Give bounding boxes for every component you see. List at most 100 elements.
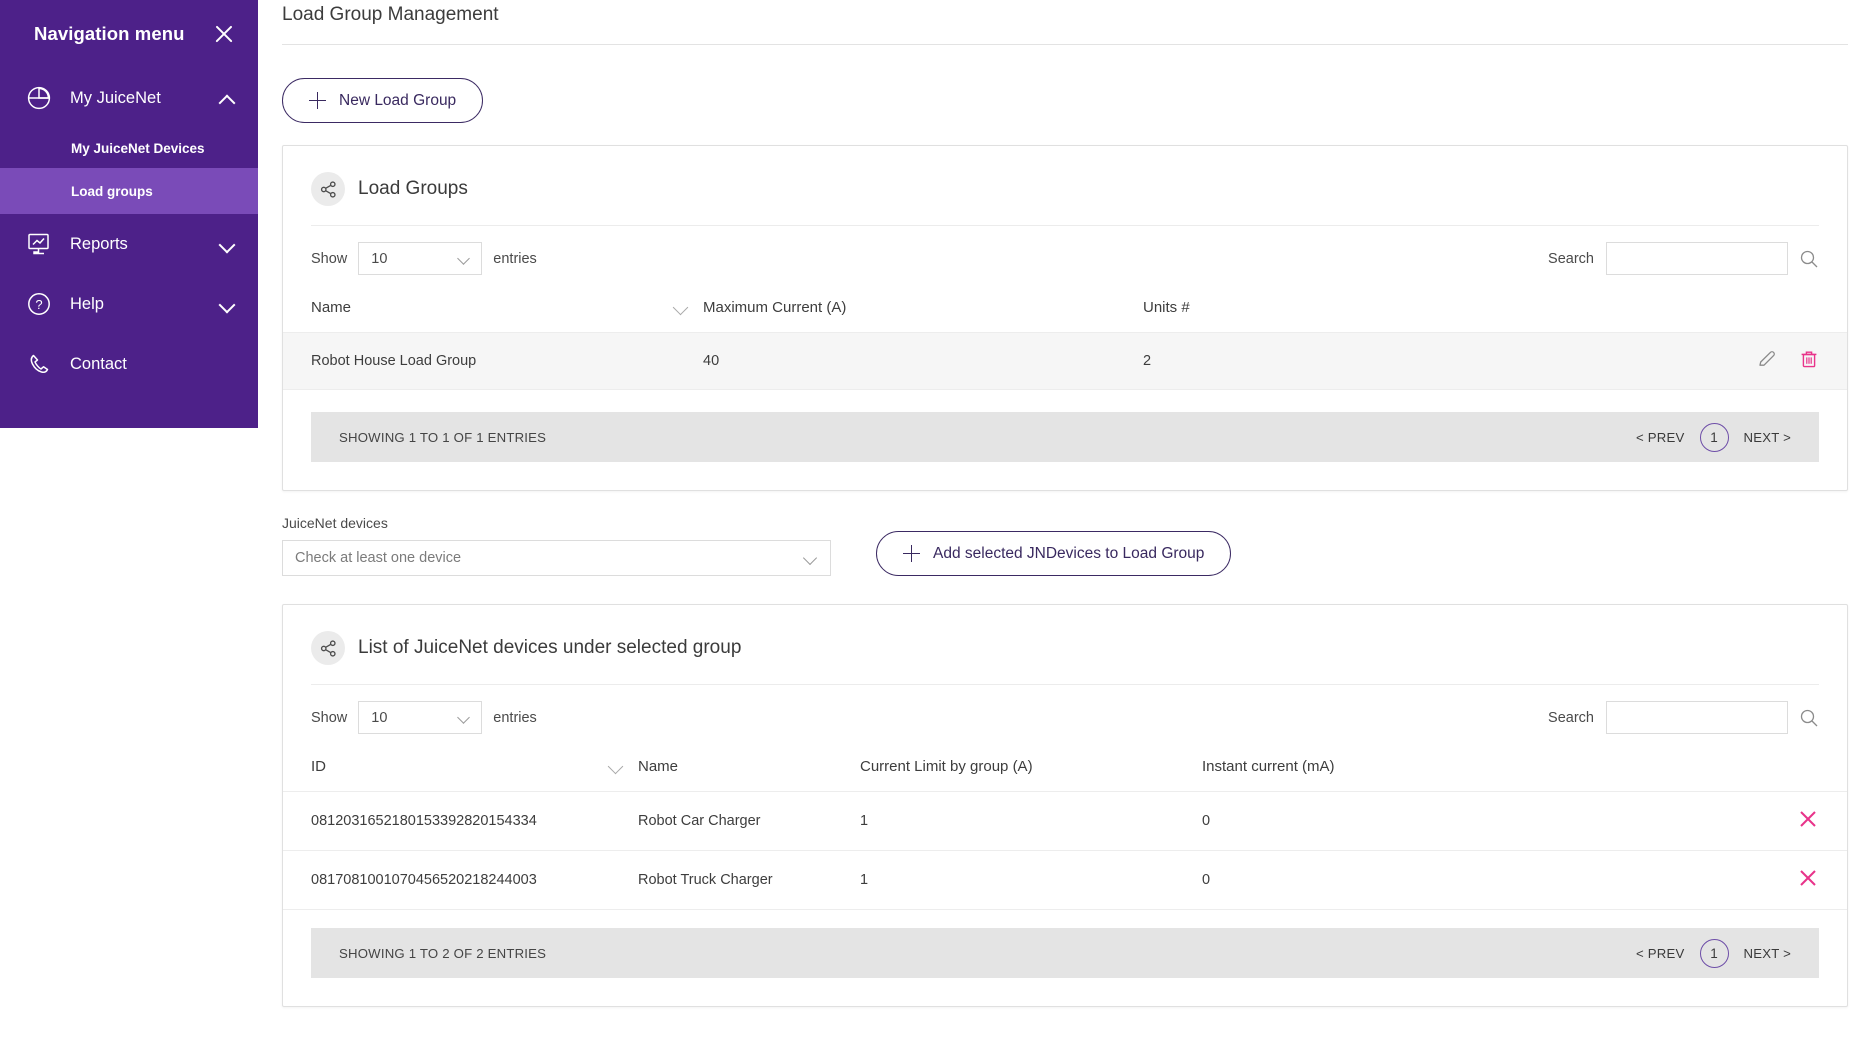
cell-actions: [1737, 791, 1847, 851]
add-devices-label: Add selected JNDevices to Load Group: [933, 544, 1205, 562]
load-groups-card-header: Load Groups: [283, 146, 1847, 206]
share-nodes-icon: [311, 172, 345, 206]
chevron-down-icon[interactable]: [218, 235, 236, 253]
chevron-down-icon: [459, 713, 470, 724]
app-root: Navigation menu My JuiceNet My JuiceNet …: [0, 0, 1872, 1043]
cell-instant-current: 0: [1202, 850, 1737, 910]
sidebar-item-help[interactable]: ? Help: [0, 274, 258, 334]
page-size-select[interactable]: 10: [358, 701, 483, 734]
search-icon[interactable]: [1799, 708, 1819, 728]
table-row[interactable]: 0817081001070456520218244003 Robot Truck…: [283, 850, 1847, 910]
device-multiselect[interactable]: Check at least one device: [282, 540, 831, 576]
column-header-instant-current[interactable]: Instant current (mA): [1202, 742, 1737, 792]
chevron-down-icon[interactable]: [218, 295, 236, 313]
page-size-select[interactable]: 10: [358, 242, 483, 275]
monitor-chart-icon: [26, 232, 62, 256]
search-input[interactable]: [1606, 242, 1788, 275]
page-size-value: 10: [371, 250, 388, 267]
sidebar-item-label: Contact: [70, 354, 127, 373]
cell-name: Robot House Load Group: [283, 332, 703, 390]
column-header-name[interactable]: Name: [283, 283, 703, 333]
column-header-current-limit[interactable]: Current Limit by group (A): [860, 742, 1202, 792]
pagination-info: SHOWING 1 TO 1 OF 1 ENTRIES: [339, 429, 547, 445]
device-selector-group: JuiceNet devices Check at least one devi…: [282, 515, 831, 576]
column-header-name[interactable]: Name: [638, 742, 860, 792]
page-title: Load Group Management: [282, 4, 499, 25]
main-content: Load Group Management New Load Group Loa…: [258, 0, 1872, 1043]
search-input[interactable]: [1606, 701, 1788, 734]
search-label: Search: [1548, 250, 1594, 267]
table-body: Robot House Load Group 40 2: [283, 332, 1847, 390]
new-load-group-button[interactable]: New Load Group: [282, 78, 484, 123]
prev-page-button[interactable]: < PREV: [1636, 946, 1684, 961]
sort-chevron-icon[interactable]: [608, 759, 624, 775]
table-header: ID Name Current Limit by group (A) Insta…: [283, 742, 1847, 792]
pager: < PREV 1 NEXT >: [1636, 938, 1792, 968]
chevron-up-icon[interactable]: [218, 89, 236, 107]
column-label: Name: [638, 758, 679, 775]
cell-actions: [1697, 332, 1847, 390]
load-groups-table-toolbar: Show 10 entries Search: [283, 226, 1847, 275]
sidebar-subitem-label: My JuiceNet Devices: [71, 140, 205, 156]
load-groups-table: Name Maximum Current (A) Units # Robot H…: [283, 283, 1847, 390]
sidebar-item-my-juicenet-devices[interactable]: My JuiceNet Devices: [0, 128, 258, 168]
page-number-1[interactable]: 1: [1699, 938, 1729, 968]
device-multiselect-value: Check at least one device: [295, 550, 462, 566]
cell-name: Robot Car Charger: [638, 791, 860, 851]
page-number-1[interactable]: 1: [1699, 422, 1729, 452]
sidebar-title: Navigation menu: [34, 23, 185, 44]
sidebar-item-load-groups[interactable]: Load groups: [0, 168, 258, 214]
pager: < PREV 1 NEXT >: [1636, 422, 1792, 452]
plus-icon: [903, 545, 920, 562]
table-body: 0812031652180153392820154334 Robot Car C…: [283, 791, 1847, 910]
device-selector-label: JuiceNet devices: [282, 515, 388, 531]
plus-icon: [309, 92, 326, 109]
sidebar-item-my-juicenet[interactable]: My JuiceNet: [0, 68, 258, 128]
column-header-actions: [1737, 742, 1847, 792]
devices-card: List of JuiceNet devices under selected …: [282, 604, 1848, 1007]
cell-name: Robot Truck Charger: [638, 850, 860, 910]
table-header-row: ID Name Current Limit by group (A) Insta…: [283, 742, 1847, 792]
column-label: Maximum Current (A): [703, 299, 847, 316]
column-label: ID: [311, 758, 326, 775]
show-label: Show: [311, 709, 348, 726]
search-icon[interactable]: [1799, 249, 1819, 269]
pencil-icon[interactable]: [1757, 349, 1777, 373]
sidebar-item-contact[interactable]: Contact: [0, 334, 258, 394]
column-header-units[interactable]: Units #: [1143, 283, 1697, 333]
sidebar-item-label: Reports: [70, 234, 128, 253]
cell-units: 2: [1143, 332, 1697, 390]
cell-id: 0812031652180153392820154334: [283, 791, 638, 851]
share-nodes-icon: [311, 631, 345, 665]
x-icon[interactable]: [1797, 867, 1819, 893]
table-row[interactable]: 0812031652180153392820154334 Robot Car C…: [283, 791, 1847, 851]
sort-chevron-icon[interactable]: [673, 300, 689, 316]
close-icon[interactable]: [212, 22, 236, 46]
next-page-button[interactable]: NEXT >: [1744, 430, 1792, 445]
page-size-value: 10: [371, 709, 388, 726]
new-load-group-toolbar: New Load Group: [258, 45, 1872, 123]
cell-instant-current: 0: [1202, 791, 1737, 851]
next-page-button[interactable]: NEXT >: [1744, 946, 1792, 961]
cell-actions: [1737, 850, 1847, 910]
question-circle-icon: ?: [26, 291, 62, 317]
navigation-sidebar: Navigation menu My JuiceNet My JuiceNet …: [0, 0, 258, 428]
show-label: Show: [311, 250, 348, 267]
column-header-maximum-current[interactable]: Maximum Current (A): [703, 283, 1143, 333]
search-label: Search: [1548, 709, 1594, 726]
devices-card-title: List of JuiceNet devices under selected …: [358, 637, 742, 658]
column-header-id[interactable]: ID: [283, 742, 638, 792]
sidebar-item-reports[interactable]: Reports: [0, 214, 258, 274]
prev-page-button[interactable]: < PREV: [1636, 430, 1684, 445]
cell-current-limit: 1: [860, 850, 1202, 910]
load-groups-card-title: Load Groups: [358, 178, 468, 199]
cell-current-limit: 1: [860, 791, 1202, 851]
load-groups-pagination: SHOWING 1 TO 1 OF 1 ENTRIES < PREV 1 NEX…: [311, 412, 1819, 462]
trash-icon[interactable]: [1799, 349, 1819, 373]
table-row[interactable]: Robot House Load Group 40 2: [283, 332, 1847, 390]
devices-table: ID Name Current Limit by group (A) Insta…: [283, 742, 1847, 910]
add-devices-button[interactable]: Add selected JNDevices to Load Group: [876, 531, 1232, 576]
x-icon[interactable]: [1797, 808, 1819, 834]
sidebar-subitem-label: Load groups: [71, 183, 153, 199]
clock-dial-icon: [26, 85, 62, 111]
